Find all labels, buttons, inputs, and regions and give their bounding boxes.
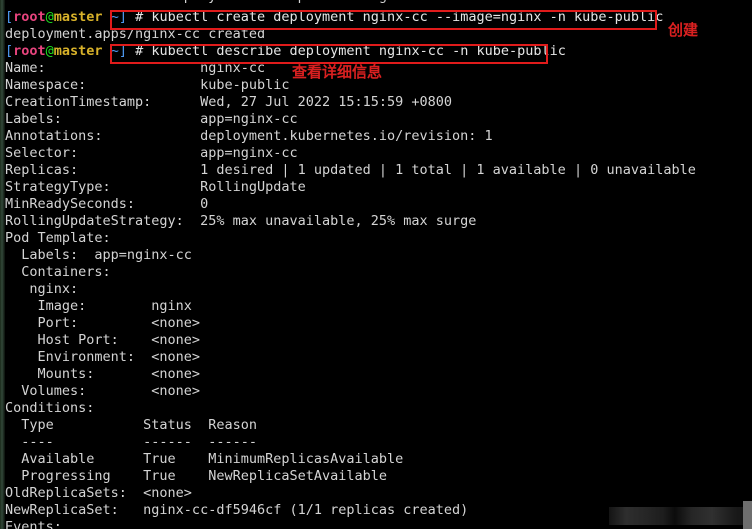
terminal-line-create-output: deployment.apps/nginx-cc created xyxy=(5,26,266,42)
output-container-image: Image: nginx xyxy=(5,298,192,314)
output-pod-labels: Labels: app=nginx-cc xyxy=(5,247,192,263)
annotation-view-details: 查看详细信息 xyxy=(292,63,383,81)
output-strategy-type: StrategyType: RollingUpdate xyxy=(5,179,306,195)
output-container-port: Port: <none> xyxy=(5,315,201,331)
output-selector: Selector: app=nginx-cc xyxy=(5,145,298,161)
output-container-mounts: Mounts: <none> xyxy=(5,366,201,382)
scrollbar-handle[interactable] xyxy=(743,501,752,529)
prompt-user: root xyxy=(13,9,46,25)
output-creation-timestamp: CreationTimestamp: Wed, 27 Jul 2022 15:1… xyxy=(5,94,453,110)
output-conditions-separator: ---- ------ ------ xyxy=(5,434,257,450)
prompt-open-bracket: [ xyxy=(5,9,14,25)
prompt-open-bracket: [ xyxy=(5,43,14,59)
output-container-nginx: nginx: xyxy=(5,281,79,297)
prompt-sigil: # xyxy=(126,9,152,25)
output-condition-available: Available True MinimumReplicasAvailable xyxy=(5,451,404,467)
command-describe-deployment: kubectl describe deployment nginx-cc -n … xyxy=(151,43,566,59)
terminal-window[interactable]: See 'kubectl create deployment --help' f… xyxy=(0,0,752,529)
annotation-create: 创建 xyxy=(668,21,699,39)
output-rolling-update-strategy: RollingUpdateStrategy: 25% max unavailab… xyxy=(5,213,477,229)
output-replicas: Replicas: 1 desired | 1 updated | 1 tota… xyxy=(5,162,696,178)
output-condition-progressing: Progressing True NewReplicaSetAvailable xyxy=(5,468,388,484)
output-conditions: Conditions: xyxy=(5,400,95,416)
output-volumes: Volumes: <none> xyxy=(5,383,201,399)
bottom-right-artifact xyxy=(609,501,752,529)
terminal-line-help-usage: See 'kubectl create deployment --help' f… xyxy=(5,0,752,9)
prompt-path: ~] xyxy=(102,43,127,59)
output-container-environment: Environment: <none> xyxy=(5,349,201,365)
output-conditions-header: Type Status Reason xyxy=(5,417,257,433)
terminal-line-prompt-create: [root@master ~] # kubectl create deploym… xyxy=(5,9,752,26)
output-labels: Labels: app=nginx-cc xyxy=(5,111,298,127)
prompt-host: master xyxy=(53,9,103,25)
output-pod-template: Pod Template: xyxy=(5,230,111,246)
prompt-sigil: # xyxy=(126,43,152,59)
prompt-user: root xyxy=(13,43,46,59)
output-annotations: Annotations: deployment.kubernetes.io/re… xyxy=(5,128,493,144)
prompt-host: master xyxy=(53,43,103,59)
prompt-at: @ xyxy=(45,43,54,59)
window-left-border xyxy=(0,0,5,529)
output-min-ready-seconds: MinReadySeconds: 0 xyxy=(5,196,209,212)
output-containers: Containers: xyxy=(5,264,111,280)
command-create-deployment: kubectl create deployment nginx-cc --ima… xyxy=(151,9,664,25)
terminal-line-prompt-describe: [root@master ~] # kubectl describe deplo… xyxy=(5,43,752,60)
output-container-host-port: Host Port: <none> xyxy=(5,332,201,348)
prompt-path: ~] xyxy=(102,9,127,25)
output-old-replica-sets: OldReplicaSets: <none> xyxy=(5,485,192,501)
prompt-at: @ xyxy=(45,9,54,25)
